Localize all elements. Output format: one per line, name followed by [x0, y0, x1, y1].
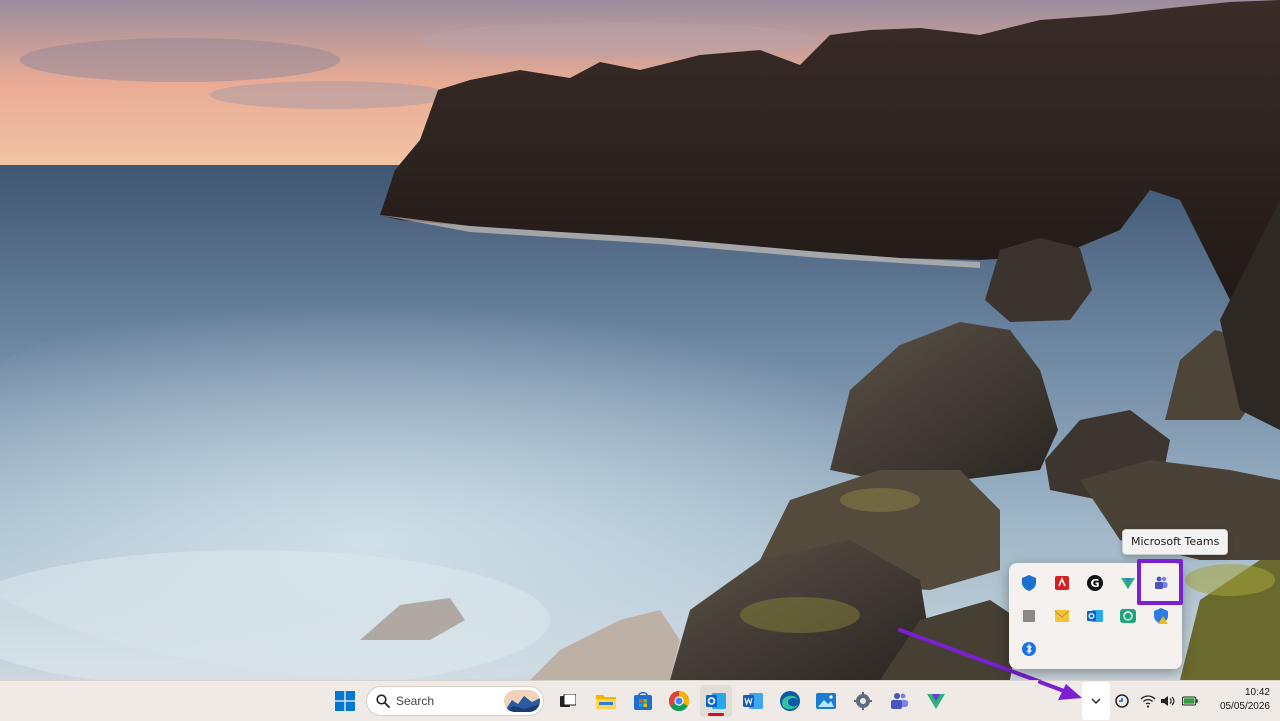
- taskbar: Search 10:42 05/05/2026: [0, 680, 1280, 721]
- taskbar-search-box[interactable]: Search: [366, 686, 544, 716]
- app-square-icon[interactable]: [1021, 608, 1037, 624]
- active-indicator: [708, 713, 724, 716]
- mail-icon[interactable]: [1054, 608, 1070, 624]
- teams-button[interactable]: [883, 685, 915, 717]
- outlook-button[interactable]: [700, 685, 732, 717]
- microsoft-store-button[interactable]: [627, 685, 659, 717]
- vpn-button[interactable]: [920, 685, 952, 717]
- teams-icon: [891, 693, 908, 709]
- security-warning-icon[interactable]: [1153, 608, 1169, 624]
- outlook-tray-icon[interactable]: [1087, 608, 1103, 624]
- chrome-button[interactable]: [663, 685, 695, 717]
- onedrive-sync-icon[interactable]: [1114, 693, 1130, 709]
- bluetooth-icon[interactable]: [1021, 641, 1037, 657]
- outlook-icon: [706, 693, 726, 709]
- vpn-icon: [927, 694, 945, 709]
- word-icon: [743, 693, 763, 709]
- start-button[interactable]: [329, 685, 361, 717]
- defender-icon[interactable]: [1021, 575, 1037, 591]
- settings-icon: [854, 692, 872, 710]
- search-label: Search: [396, 694, 435, 708]
- word-button[interactable]: [737, 685, 769, 717]
- search-icon: [376, 694, 390, 708]
- grammarly-icon[interactable]: G: [1087, 575, 1103, 591]
- clock-time: 10:42: [1244, 687, 1270, 698]
- teams-highlight-box: [1137, 559, 1183, 605]
- sync-icon[interactable]: [1120, 608, 1136, 624]
- search-highlight-art: [504, 690, 540, 712]
- teams-tooltip: Microsoft Teams: [1122, 529, 1229, 555]
- task-view-icon: [560, 694, 576, 707]
- edge-button[interactable]: [774, 685, 806, 717]
- chrome-icon: [669, 691, 689, 711]
- volume-icon[interactable]: [1160, 693, 1176, 709]
- start-icon: [335, 691, 355, 711]
- file-explorer-icon: [596, 695, 616, 709]
- task-view-button[interactable]: [552, 685, 584, 717]
- clock-date: 05/05/2026: [1219, 701, 1270, 712]
- wifi-icon[interactable]: [1140, 693, 1156, 709]
- show-hidden-icons-button[interactable]: [1082, 682, 1110, 720]
- microsoft-store-icon: [634, 692, 652, 710]
- photos-button[interactable]: [810, 685, 842, 717]
- overflow-chevron-icon: [1091, 698, 1101, 704]
- clock[interactable]: 10:42 05/05/2026: [1206, 686, 1270, 714]
- photos-icon: [816, 693, 836, 709]
- edge-icon: [780, 691, 800, 711]
- svg-text:G: G: [1090, 577, 1099, 590]
- vpn-tray-icon[interactable]: [1120, 575, 1136, 591]
- settings-button[interactable]: [847, 685, 879, 717]
- file-explorer-button[interactable]: [590, 685, 622, 717]
- battery-icon[interactable]: [1182, 693, 1198, 709]
- adobe-icon[interactable]: [1054, 575, 1070, 591]
